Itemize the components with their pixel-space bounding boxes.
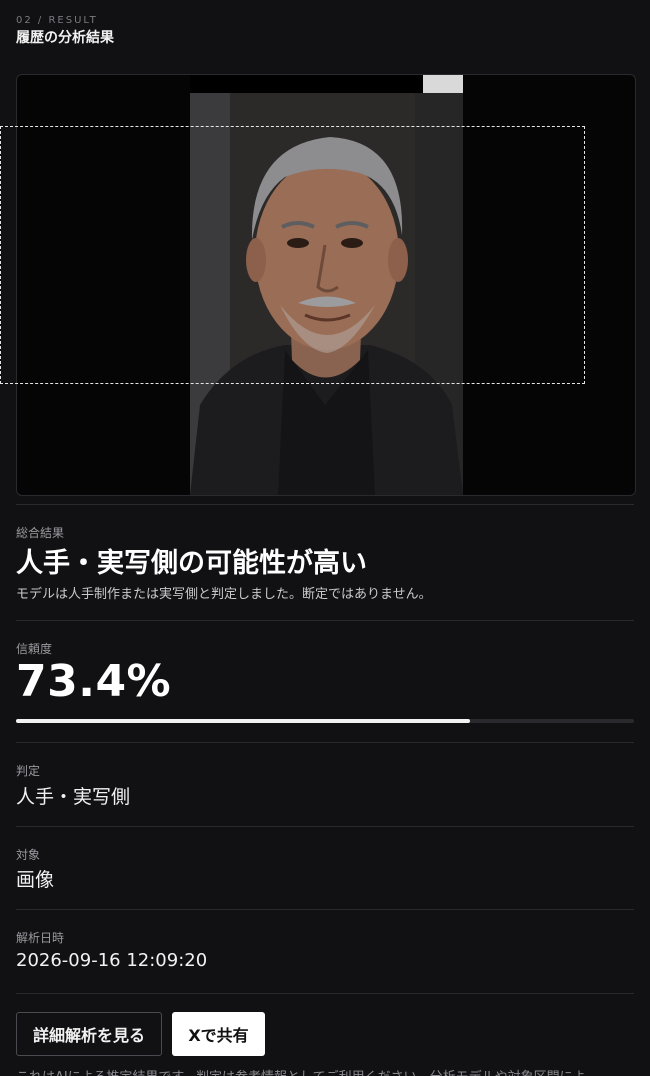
divider [16, 504, 634, 505]
overall-result-label: 総合結果 [16, 526, 65, 540]
disclaimer-text: これはAIによる推定結果です。判定は参考情報としてご利用ください。分析モデルや対… [16, 1066, 636, 1076]
overall-result-description: モデルは人手制作または実写側と判定しました。断定ではありません。 [16, 587, 432, 602]
share-on-x-button[interactable]: Xで共有 [172, 1012, 265, 1056]
target-value: 画像 [16, 869, 55, 891]
page-title: 履歴の分析結果 [16, 30, 114, 46]
verdict-value: 人手・実写側 [16, 786, 131, 808]
overall-result-headline: 人手・実写側の可能性が高い [16, 548, 367, 579]
divider [16, 909, 634, 910]
verdict-label: 判定 [16, 764, 41, 778]
confidence-label: 信頼度 [16, 642, 53, 656]
result-page: 02 / RESULT 履歴の分析結果 総合結果 人手・実写側の可能性が高い モ… [0, 0, 650, 1076]
confidence-bar-fill [16, 719, 470, 723]
step-eyebrow: 02 / RESULT [16, 15, 98, 26]
divider [16, 993, 634, 994]
confidence-value: 73.4% [16, 656, 172, 707]
view-details-button[interactable]: 詳細解析を見る [16, 1012, 162, 1056]
confidence-bar [16, 719, 634, 723]
analyzed-at-label: 解析日時 [16, 931, 65, 945]
analyzed-at-value: 2026-09-16 12:09:20 [16, 950, 208, 971]
divider [16, 826, 634, 827]
detection-region-box [0, 126, 585, 384]
divider [16, 742, 634, 743]
target-label: 対象 [16, 848, 41, 862]
divider [16, 620, 634, 621]
